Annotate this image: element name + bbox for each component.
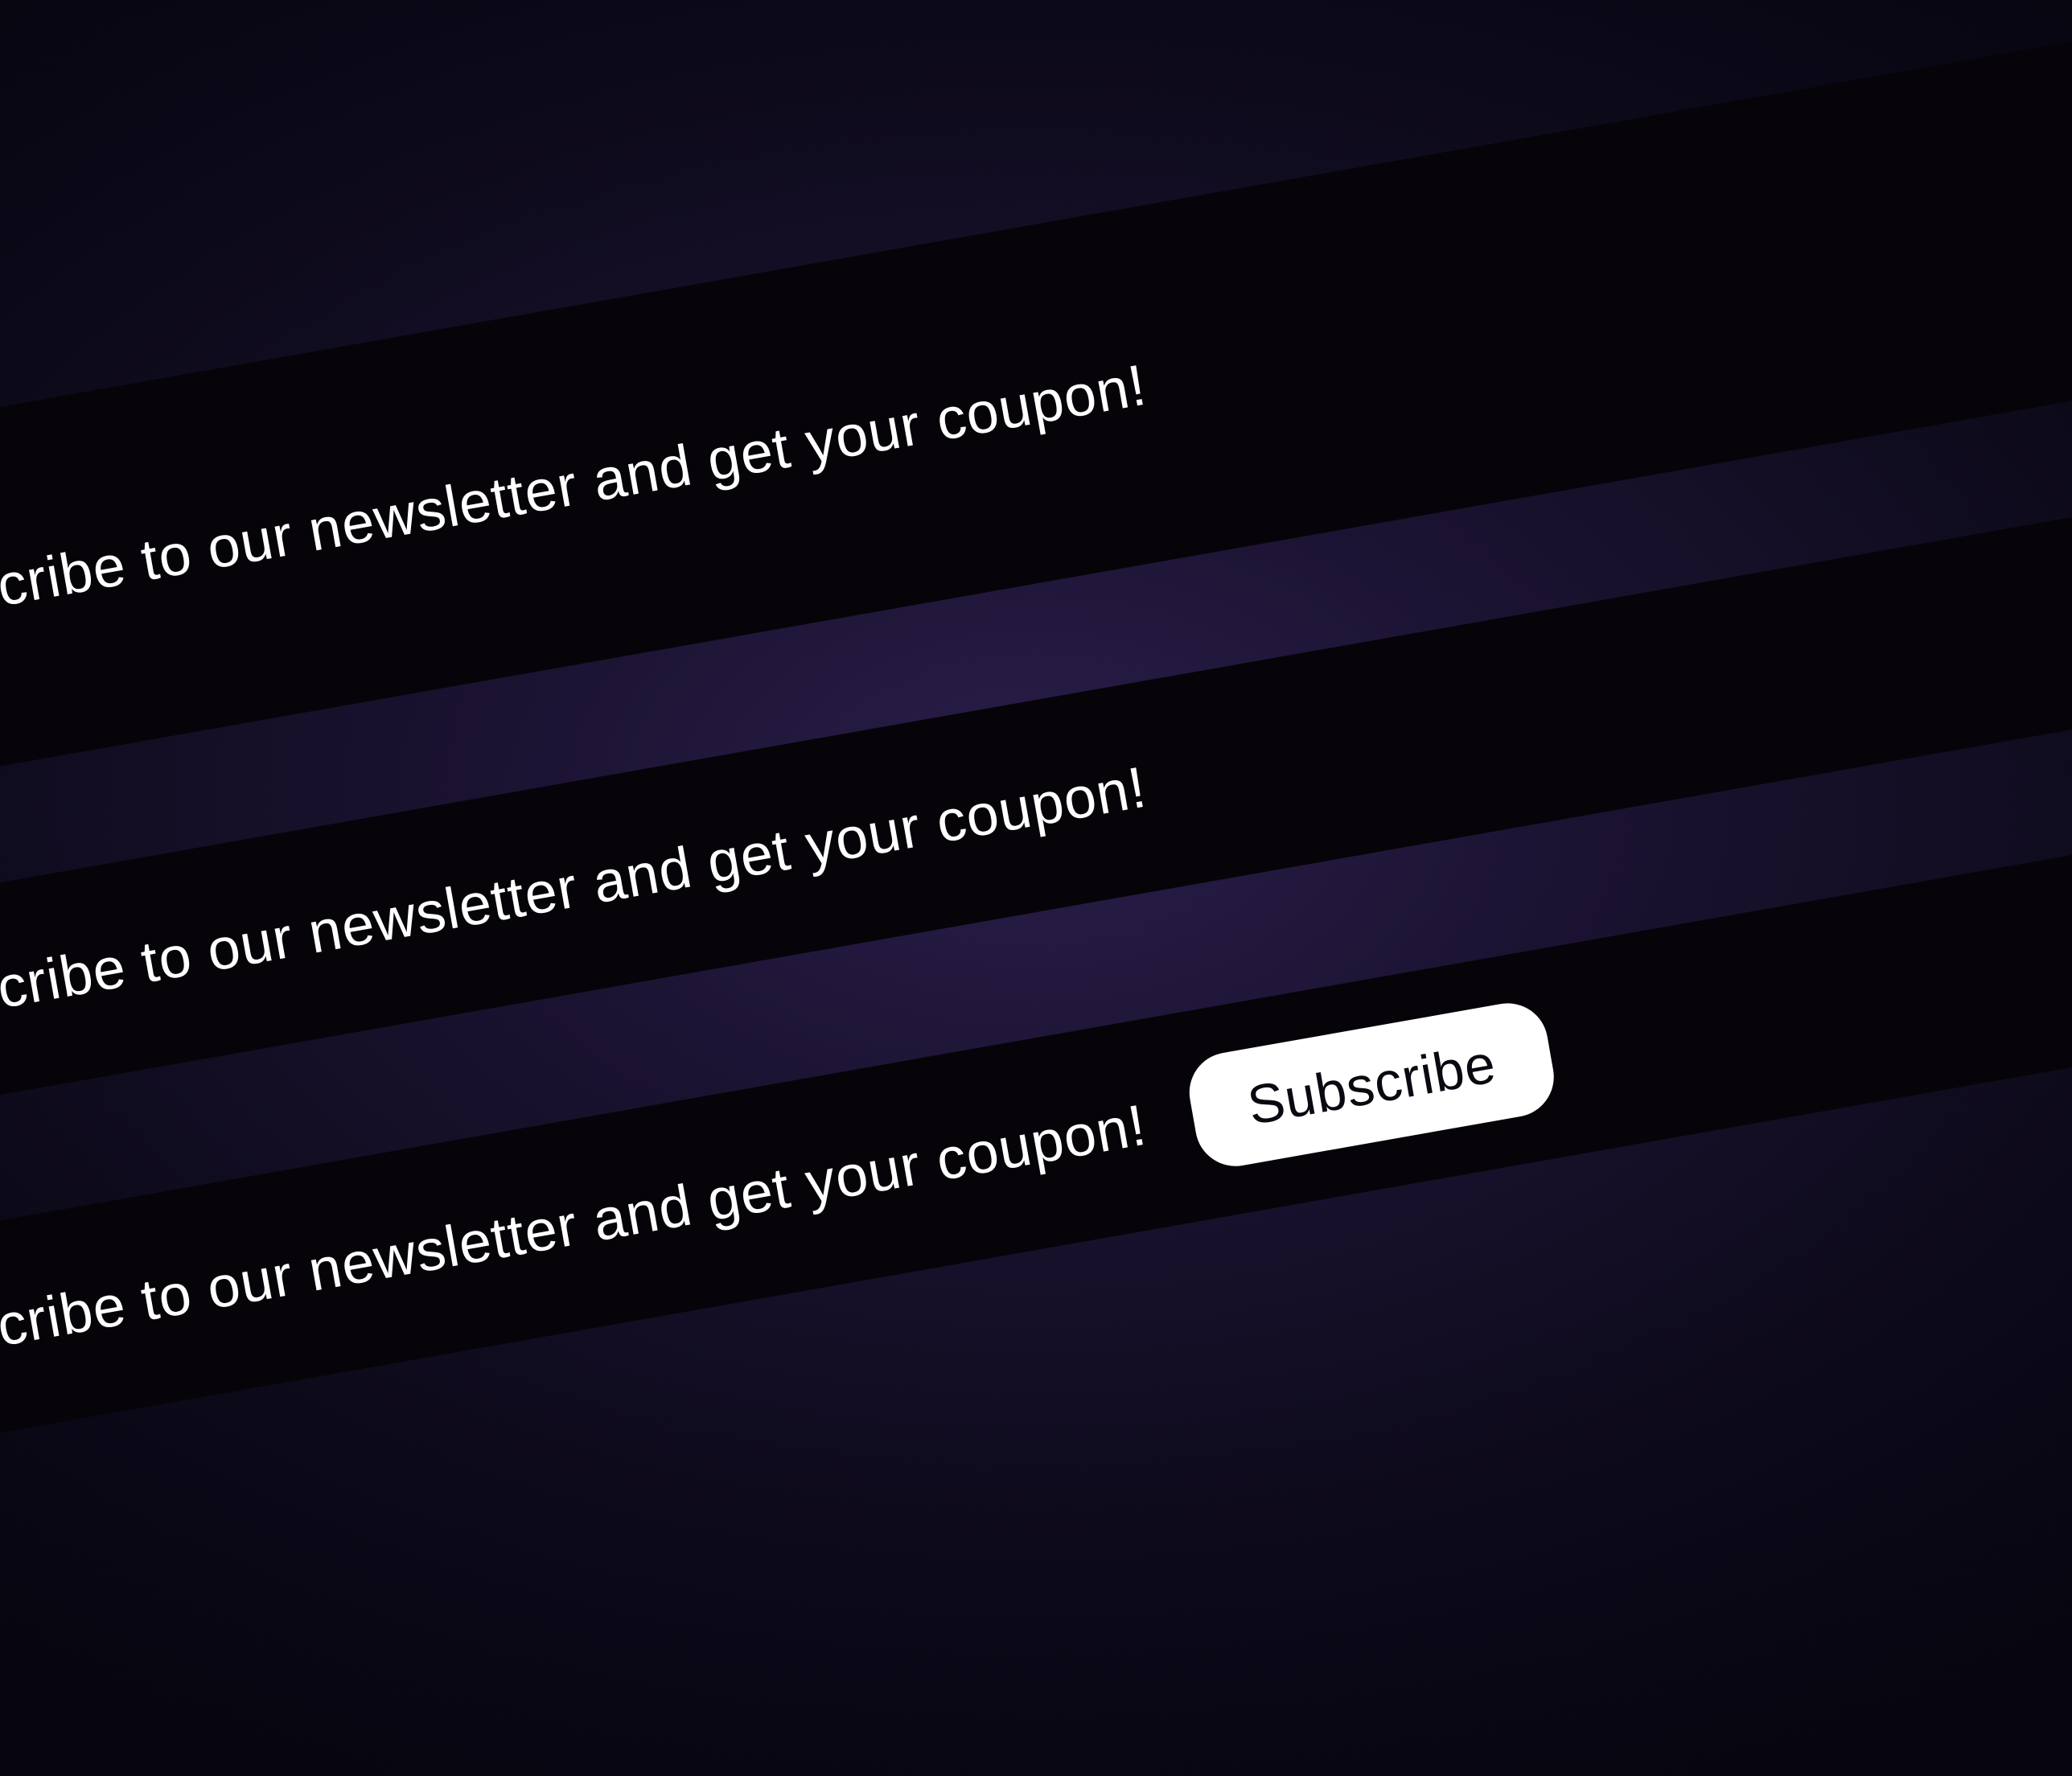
promo-banner-3: Get 30% off your first order. Subscribe … <box>0 1038 2072 1247</box>
banner-text: Get 30% off your first order. Subscribe … <box>0 1092 1151 1513</box>
promo-banner-2: Get 30% off your first order. Subscribe … <box>0 700 2072 909</box>
subscribe-button[interactable]: Subscribe <box>1183 997 1560 1172</box>
promo-banner-1: Get 30% off your first order. Subscribe … <box>0 225 2072 579</box>
